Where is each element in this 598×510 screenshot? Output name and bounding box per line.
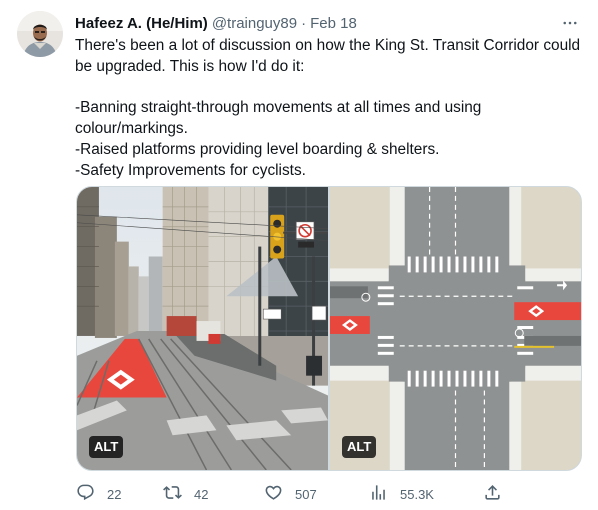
avatar[interactable] bbox=[17, 11, 63, 57]
views-button[interactable]: 55.3K bbox=[369, 482, 434, 506]
heart-icon bbox=[264, 483, 283, 505]
retweet-count: 42 bbox=[194, 486, 209, 502]
media-grid: ALT ALT bbox=[76, 186, 582, 471]
media-image-aerial[interactable]: ALT bbox=[330, 187, 581, 470]
tweet-text-line: -Raised platforms providing level boardi… bbox=[75, 140, 440, 158]
retweet-icon bbox=[163, 483, 182, 505]
user-handle[interactable]: @trainguy89 bbox=[212, 15, 297, 32]
tweet-text-gap bbox=[75, 78, 585, 99]
share-button[interactable] bbox=[483, 482, 502, 506]
like-count: 507 bbox=[295, 486, 317, 502]
views-count: 55.3K bbox=[400, 486, 434, 502]
tweet-actions: 22 42 507 55.3K bbox=[76, 482, 506, 506]
retweet-button[interactable]: 42 bbox=[163, 482, 208, 506]
tweet-text-line: -Banning straight-through movements at a… bbox=[75, 99, 482, 138]
more-dots-icon[interactable] bbox=[558, 11, 582, 35]
header-separator: · bbox=[301, 14, 307, 32]
like-button[interactable]: 507 bbox=[264, 482, 317, 506]
views-bar-chart-icon bbox=[369, 483, 388, 505]
tweet-card[interactable]: Hafeez A. (He/Him) @trainguy89 · Feb 18 … bbox=[0, 0, 598, 510]
reply-count: 22 bbox=[107, 486, 122, 502]
tweet-text: There's been a lot of discussion on how … bbox=[75, 36, 585, 182]
alt-badge[interactable]: ALT bbox=[89, 436, 124, 458]
tweet-text-line: -Safety Improvements for cyclists. bbox=[75, 161, 306, 179]
tweet-text-line: There's been a lot of discussion on how … bbox=[75, 37, 581, 75]
reply-button[interactable]: 22 bbox=[76, 482, 121, 506]
tweet-timestamp[interactable]: Feb 18 bbox=[310, 15, 357, 32]
alt-badge[interactable]: ALT bbox=[342, 436, 377, 458]
display-name[interactable]: Hafeez A. (He/Him) bbox=[75, 15, 208, 32]
share-icon bbox=[483, 483, 502, 505]
tweet-header: Hafeez A. (He/Him) @trainguy89 · Feb 18 bbox=[75, 12, 586, 34]
media-image-street-view[interactable]: ALT bbox=[77, 187, 328, 470]
reply-icon bbox=[76, 483, 95, 505]
